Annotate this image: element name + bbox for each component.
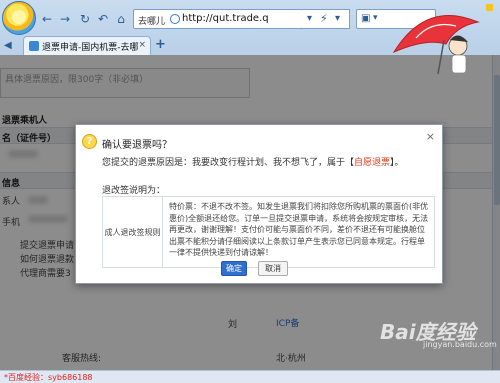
question-icon: ? bbox=[82, 134, 97, 149]
confirm-refund-dialog: ? 确认要退票吗？ × 您提交的退票原因是：我要改变行程计划、我不想飞了，属于【… bbox=[75, 124, 443, 284]
tab-refund[interactable]: 退票申请-国内机票-去哪儿 × bbox=[23, 36, 151, 55]
refresh-icon[interactable]: ↻ bbox=[78, 12, 92, 26]
search-engine-icon[interactable]: ▣ bbox=[361, 13, 370, 24]
dropdown-icon[interactable]: ▾ bbox=[373, 13, 378, 23]
browser-logo-icon[interactable] bbox=[2, 1, 36, 35]
address-bar[interactable]: 去哪儿 http://qut.trade.q bbox=[133, 9, 303, 29]
forward-arrow-icon[interactable]: → bbox=[58, 12, 72, 26]
dropdown-icon[interactable]: ▾ bbox=[335, 13, 340, 24]
umbrella-cartoon-icon bbox=[392, 4, 493, 75]
address-url[interactable]: http://qut.trade.q bbox=[182, 13, 292, 24]
status-text: *百度经验：syb686188 bbox=[4, 373, 93, 382]
favicon-icon bbox=[29, 41, 39, 51]
home-icon[interactable]: ⌂ bbox=[114, 12, 128, 26]
address-tools[interactable]: ▾ ⚡ ▾ bbox=[302, 9, 350, 29]
rule-text: 特价票：不退不改不签。知发生退票我们将扣除您所购机票的票面价(非优惠价)全额退还… bbox=[169, 202, 429, 257]
close-icon[interactable]: × bbox=[426, 130, 435, 143]
rule-label: 成人退改签规则 bbox=[103, 197, 163, 267]
reason-suffix: 】。 bbox=[390, 158, 404, 168]
cancel-button[interactable]: 取消 bbox=[258, 261, 288, 276]
reason-prefix: 您提交的退票原因是：我要改变行程计划、我不想飞了，属于【 bbox=[102, 158, 355, 168]
rule-table: 成人退改签规则 特价票：不退不改不签。知发生退票我们将扣除您所购机票的票面价(非… bbox=[102, 196, 435, 268]
tab-title: 退票申请-国内机票-去哪儿 bbox=[42, 43, 138, 53]
dialog-title: 确认要退票吗？ bbox=[102, 140, 172, 151]
tab-close-icon[interactable]: × bbox=[138, 40, 146, 50]
address-site-label: 去哪儿 bbox=[138, 17, 166, 27]
dropdown-icon[interactable]: ▾ bbox=[307, 13, 312, 24]
back-arrow-icon[interactable]: ← bbox=[40, 12, 54, 26]
lightning-icon[interactable]: ⚡ bbox=[320, 12, 328, 25]
status-bar: *百度经验：syb686188 bbox=[0, 370, 500, 383]
refund-reason-summary: 您提交的退票原因是：我要改变行程计划、我不想飞了，属于【自愿退票】。 bbox=[102, 155, 404, 168]
undo-icon[interactable]: ↶ bbox=[96, 12, 110, 26]
new-tab-button[interactable]: + bbox=[155, 37, 166, 52]
baidu-watermark-url: jingyan.baidu.com bbox=[423, 340, 497, 349]
globe-icon bbox=[170, 14, 180, 24]
tab-scroll-left-icon[interactable]: ◀ bbox=[4, 40, 12, 51]
rule-heading: 退改签说明为： bbox=[102, 186, 166, 196]
confirm-button[interactable]: 确定 bbox=[221, 261, 247, 276]
reason-highlight: 自愿退票 bbox=[354, 158, 391, 168]
